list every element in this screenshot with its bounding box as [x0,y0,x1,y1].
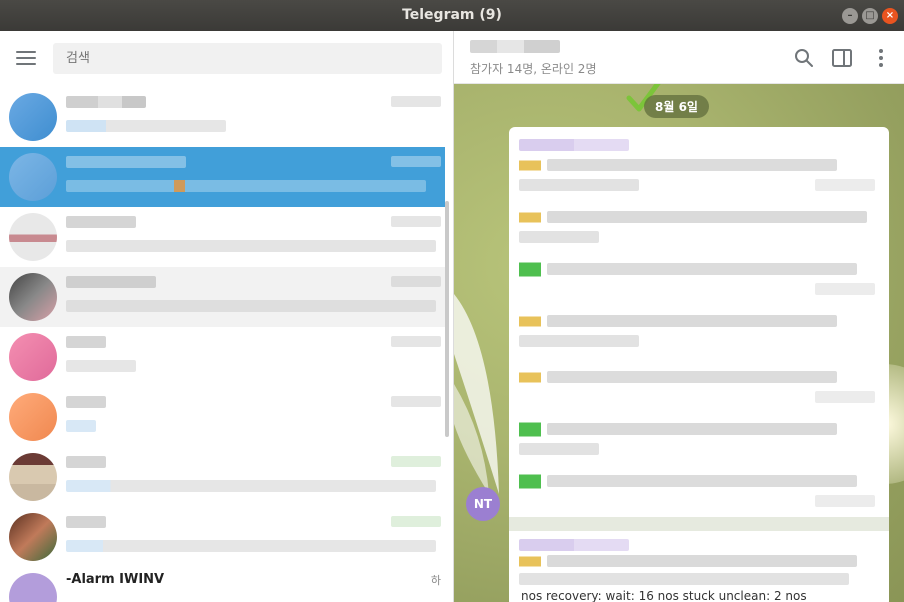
chat-avatar [9,153,57,201]
alert-icon [519,367,541,389]
message-line [547,211,867,223]
chat-list-item[interactable]: -Alarm IWINV 하 [0,567,445,602]
chat-name [66,336,106,348]
date-badge: 8월 6일 [644,95,709,118]
chat-preview [66,240,436,252]
message-line [815,391,875,403]
message-line [519,335,639,347]
chat-list: -Alarm IWINV 하 [0,87,445,602]
alert-icon [519,207,541,229]
message-text: nos recovery: wait: 16 nos stuck unclean… [521,589,807,602]
conversation-panel: 참가자 14명, 온라인 2명 8월 6일 nos recovery: wait… [454,31,904,602]
chat-list-item[interactable] [0,327,445,387]
message-line [547,423,837,435]
alert-icon [519,155,541,177]
ok-icon [519,259,541,281]
message-line [815,283,875,295]
maximize-button[interactable]: □ [862,8,878,24]
ok-icon [519,419,541,441]
chat-preview [66,540,436,552]
chat-name [66,216,136,228]
chat-name [66,396,106,408]
chat-preview [66,420,96,432]
message-line [519,179,639,191]
message-line [519,231,599,243]
sender-name [519,139,629,151]
chat-name: -Alarm IWINV [66,572,165,587]
search-input[interactable] [53,43,442,74]
message-line [547,159,837,171]
chat-name [66,96,146,108]
chat-list-item[interactable] [0,207,445,267]
message-line [547,371,837,383]
chat-time [391,396,441,407]
chat-time [391,216,441,227]
more-vertical-icon[interactable] [870,47,892,69]
conversation-header: 참가자 14명, 온라인 2명 [454,31,904,84]
alert-icon [519,311,541,333]
sidebar-panel-icon[interactable] [831,47,853,69]
chat-preview [66,360,136,372]
chat-list-item[interactable] [0,447,445,507]
chat-list-scrollbar[interactable] [445,201,449,437]
message-bubble[interactable]: nos recovery: wait: 16 nos stuck unclean… [509,127,889,602]
chat-preview [66,300,436,312]
chat-avatar [9,393,57,441]
chat-name [66,276,156,288]
message-line [547,263,857,275]
chat-time [391,96,441,107]
chat-list-item[interactable] [0,87,445,147]
chat-list-item[interactable] [0,507,445,567]
chat-list-item-active[interactable] [0,147,445,207]
message-line [519,443,599,455]
chat-time [391,516,441,527]
minimize-button[interactable]: – [842,8,858,24]
sender-avatar[interactable]: NT [466,487,500,521]
chat-preview [66,120,226,132]
chat-time [391,156,441,167]
chat-time [391,456,441,467]
member-status: 참가자 14명, 온라인 2명 [470,62,597,76]
chat-avatar [9,93,57,141]
chat-time: 하 [430,574,441,587]
message-line [519,573,849,585]
message-separator [509,517,889,531]
message-line [815,179,875,191]
chat-name [66,456,106,468]
chat-avatar [9,213,57,261]
chat-time [391,276,441,287]
message-line [815,495,875,507]
chat-list-item[interactable] [0,267,445,327]
chat-preview [66,180,426,192]
chat-name [66,516,106,528]
chat-time [391,336,441,347]
hamburger-icon[interactable] [16,51,36,65]
chat-avatar [9,573,57,602]
chat-preview [66,480,436,492]
close-button[interactable]: × [882,8,898,24]
sender-name [519,539,629,551]
chat-list-panel: -Alarm IWINV 하 [0,31,453,602]
message-line [547,315,837,327]
search-icon[interactable] [793,47,815,69]
alert-icon [519,551,541,573]
group-name[interactable] [470,40,560,53]
chat-avatar [9,273,57,321]
chat-name [66,156,186,168]
chat-avatar [9,453,57,501]
window-title: Telegram (9) [402,7,502,23]
chat-list-item[interactable] [0,387,445,447]
chat-avatar [9,333,57,381]
title-bar: Telegram (9) – □ × [0,0,904,31]
message-line [547,555,857,567]
telegram-window: Telegram (9) – □ × 검색 -Alarm IWINV 하 참가자… [0,0,904,602]
chat-avatar [9,513,57,561]
ok-icon [519,471,541,493]
chat-background: 8월 6일 nos recovery: wait: 16 nos stuck u… [454,84,904,602]
message-line [547,475,857,487]
background-petal-icon [454,294,499,494]
